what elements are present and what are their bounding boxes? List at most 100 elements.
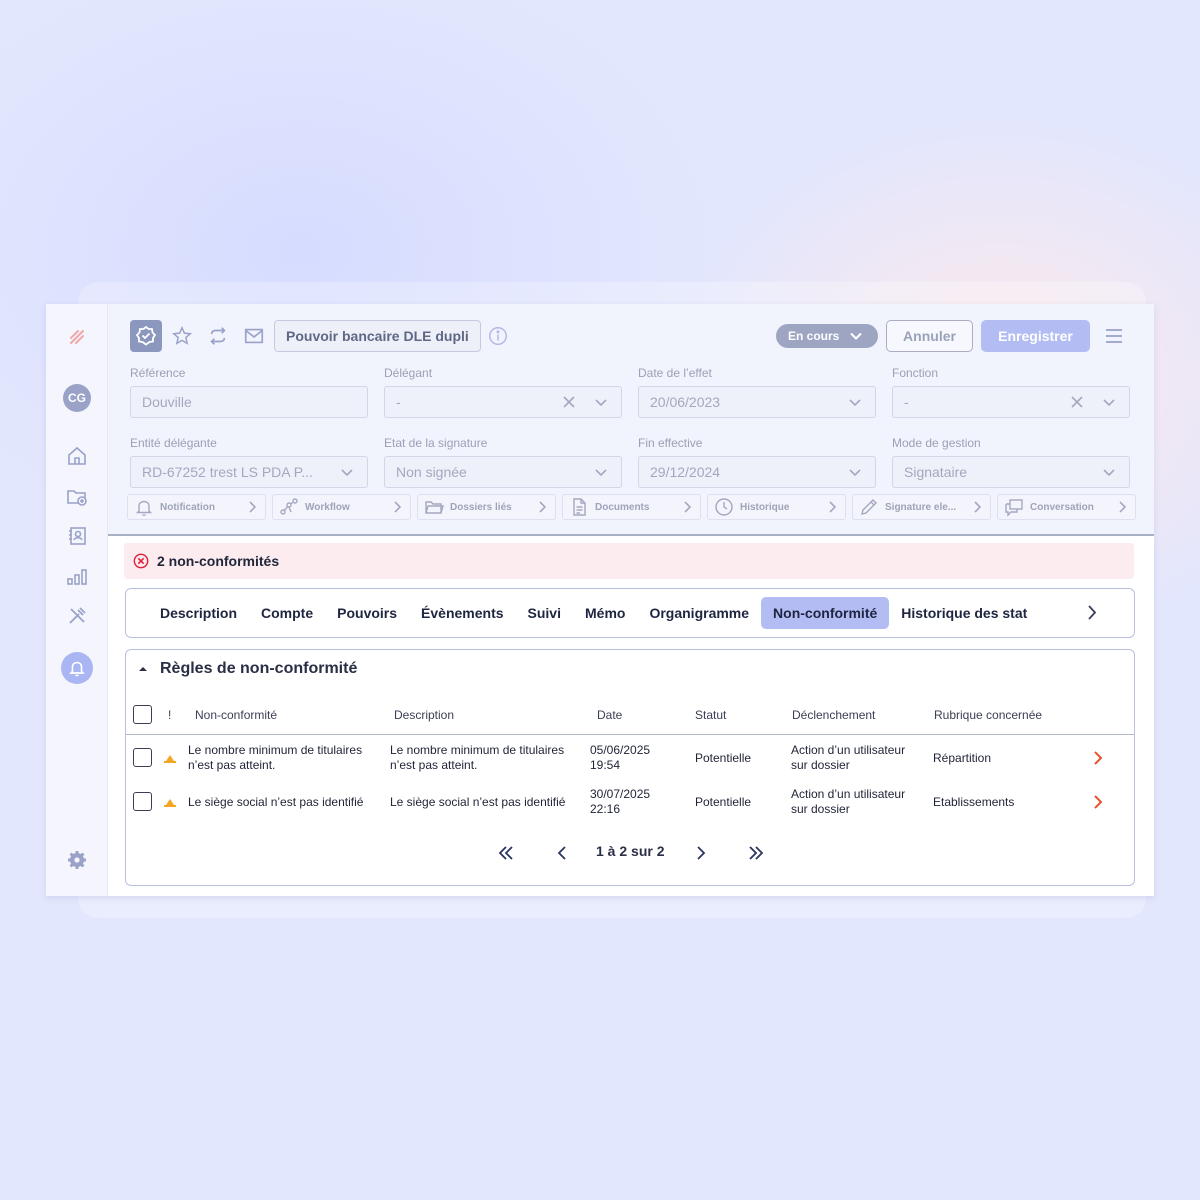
field-label-reference: Référence — [130, 366, 186, 380]
chevron-down-icon[interactable] — [843, 460, 867, 484]
app-window: CG Pouvoir bancaire DLE dupli En cours A… — [46, 304, 1154, 896]
fonction-select[interactable]: - — [892, 386, 1130, 418]
reference-input[interactable]: Douville — [130, 386, 368, 418]
chevron-down-icon[interactable] — [1097, 460, 1121, 484]
field-value: RD-67252 trest LS PDA P... — [142, 464, 313, 480]
column-header-statut[interactable]: Statut — [695, 708, 726, 722]
field-label-fin-effective: Fin effective — [638, 436, 703, 450]
mini-tab-signature[interactable]: Signature ele... — [852, 494, 991, 520]
date-effet-select[interactable]: 20/06/2023 — [638, 386, 876, 418]
pen-icon — [861, 499, 877, 515]
cell-declenchement: Action d’un utilisateur sur dossier — [791, 787, 905, 817]
mode-gestion-select[interactable]: Signataire — [892, 456, 1130, 488]
last-page-icon[interactable] — [746, 843, 766, 863]
cell-nonconformite: Le siège social n’est pas identifié — [188, 795, 364, 809]
cell-description: Le nombre minimum de titulaires n’est pa… — [390, 743, 564, 773]
mini-tab-label: Historique — [740, 501, 790, 513]
cell-line: Action d’un utilisateur — [791, 787, 906, 801]
delegant-select[interactable]: - — [384, 386, 622, 418]
chevron-right-icon[interactable] — [1080, 601, 1104, 625]
next-page-icon[interactable] — [691, 843, 711, 863]
tab-evenements[interactable]: Évènements — [409, 597, 515, 629]
home-icon[interactable] — [62, 441, 92, 471]
folder-add-icon[interactable] — [62, 481, 92, 511]
tab-historique-statuts[interactable]: Historique des stat — [889, 597, 1039, 629]
column-header-rubrique[interactable]: Rubrique concernée — [934, 708, 1042, 722]
chevron-right-icon — [974, 501, 982, 513]
tab-description[interactable]: Description — [148, 597, 249, 629]
mini-tab-notification[interactable]: Notification — [127, 494, 266, 520]
mini-tab-historique[interactable]: Historique — [707, 494, 846, 520]
tab-memo[interactable]: Mémo — [573, 597, 637, 629]
clear-icon[interactable] — [557, 390, 581, 414]
save-button[interactable]: Enregistrer — [981, 320, 1090, 352]
chevron-down-icon[interactable] — [335, 460, 359, 484]
avatar[interactable]: CG — [63, 384, 91, 412]
chevron-right-icon — [394, 501, 402, 513]
favorite-star-icon[interactable] — [170, 324, 194, 348]
field-value: 20/06/2023 — [650, 394, 721, 410]
mail-icon[interactable] — [242, 324, 266, 348]
cell-line: sur dossier — [791, 758, 850, 772]
notifications-button[interactable] — [61, 652, 93, 684]
mini-tab-documents[interactable]: Documents — [562, 494, 701, 520]
chevron-right-icon[interactable] — [1090, 794, 1106, 810]
field-label-fonction: Fonction — [892, 366, 939, 380]
verified-badge-icon — [135, 325, 157, 346]
cell-statut: Potentielle — [695, 751, 752, 765]
tab-suivi[interactable]: Suivi — [516, 597, 573, 629]
cell-line: sur dossier — [791, 802, 850, 816]
first-page-icon[interactable] — [496, 843, 516, 863]
cancel-button[interactable]: Annuler — [886, 320, 973, 352]
row-checkbox[interactable] — [133, 748, 152, 767]
chevron-right-icon[interactable] — [1090, 750, 1106, 766]
tab-compte[interactable]: Compte — [249, 597, 325, 629]
sidebar: CG — [46, 304, 108, 896]
cell-line: 05/06/2025 — [590, 743, 651, 757]
entite-select[interactable]: RD-67252 trest LS PDA P... — [130, 456, 368, 488]
field-value: - — [904, 394, 909, 410]
mini-tab-workflow[interactable]: Workflow — [272, 494, 411, 520]
clear-icon[interactable] — [1065, 390, 1089, 414]
tab-pouvoirs[interactable]: Pouvoirs — [325, 597, 409, 629]
refresh-icon[interactable] — [206, 324, 230, 348]
chevron-down-icon[interactable] — [843, 390, 867, 414]
column-header-declenchement[interactable]: Déclenchement — [792, 708, 875, 722]
tab-non-conformite[interactable]: Non-conformité — [761, 597, 890, 629]
field-label-etat-signature: Etat de la signature — [384, 436, 488, 450]
app-logo-icon[interactable] — [62, 322, 92, 352]
column-header-description[interactable]: Description — [394, 708, 454, 722]
tools-icon[interactable] — [62, 601, 92, 631]
contacts-icon[interactable] — [62, 521, 92, 551]
cell-line: Le nombre minimum de titulaires — [188, 743, 363, 757]
main-content: Pouvoir bancaire DLE dupli En cours Annu… — [108, 304, 1154, 896]
mini-tab-label: Signature ele... — [885, 501, 957, 513]
panel-header[interactable]: Règles de non-conformité — [138, 660, 357, 678]
column-header-date[interactable]: Date — [597, 708, 622, 722]
folder-icon — [425, 501, 444, 514]
status-dropdown[interactable]: En cours — [776, 324, 878, 348]
column-header-nonconformite[interactable]: Non-conformité — [195, 708, 277, 722]
mini-tab-dossiers-lies[interactable]: Dossiers liés — [417, 494, 556, 520]
row-checkbox[interactable] — [133, 792, 152, 811]
tab-organigramme[interactable]: Organigramme — [637, 597, 761, 629]
settings-gear-icon[interactable] — [62, 845, 92, 875]
etat-signature-select[interactable]: Non signée — [384, 456, 622, 488]
warning-icon — [164, 799, 176, 807]
cell-line: 19:54 — [590, 758, 621, 772]
chevron-down-icon[interactable] — [589, 460, 613, 484]
cell-line: Le nombre minimum de titulaires — [390, 743, 565, 757]
select-all-checkbox[interactable] — [133, 705, 152, 724]
chevron-down-icon[interactable] — [589, 390, 613, 414]
menu-icon[interactable] — [1102, 324, 1126, 348]
nonconformity-alert: 2 non-conformités — [124, 543, 1134, 579]
fin-effective-select[interactable]: 29/12/2024 — [638, 456, 876, 488]
record-type-badge — [130, 320, 162, 352]
chevron-down-icon[interactable] — [1097, 390, 1121, 414]
info-icon[interactable] — [486, 324, 510, 348]
previous-page-icon[interactable] — [552, 843, 572, 863]
mini-tab-conversation[interactable]: Conversation — [997, 494, 1136, 520]
panel-title: Règles de non-conformité — [160, 660, 358, 677]
chart-icon[interactable] — [62, 561, 92, 591]
cell-rubrique: Etablissements — [933, 795, 1015, 809]
